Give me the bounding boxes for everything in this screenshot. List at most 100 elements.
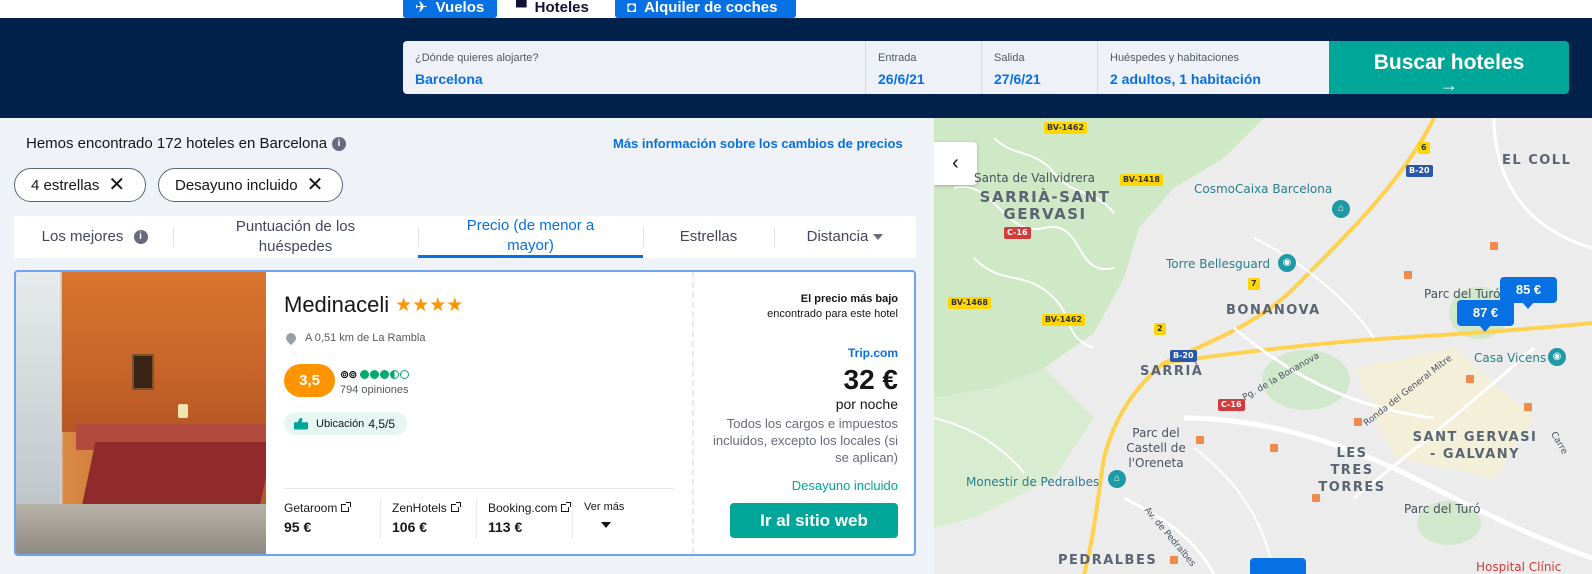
rating-bubble-half-icon — [390, 370, 400, 379]
rating-bubble-icon — [370, 370, 380, 379]
checkin-field[interactable]: Entrada 26/6/21 — [866, 41, 982, 94]
chevron-down-icon — [873, 234, 884, 240]
poi-label: Parc del Turó — [1404, 502, 1481, 516]
partner-price: 113 € — [488, 519, 523, 535]
checkout-value: 27/6/21 — [994, 71, 1041, 87]
tab-hotels-label: Hoteles — [534, 0, 589, 16]
results-summary: Hemos encontrado 172 hoteles en Barcelon… — [26, 135, 347, 152]
sort-tab-best[interactable]: Los mejores i — [14, 216, 173, 258]
destination-value: Barcelona — [415, 71, 483, 87]
info-icon[interactable]: i — [133, 230, 148, 244]
road-label: BV-1462 — [1044, 122, 1087, 134]
partner-offer[interactable]: Getaroom 95 € — [284, 489, 380, 542]
checkout-field[interactable]: Salida 27/6/21 — [982, 41, 1098, 94]
map[interactable]: ‹ BV-1462 BV-1418 C-16 BV-1468 BV-1462 B… — [934, 118, 1592, 574]
filter-chip-breakfast[interactable]: Desayuno incluido ✕ — [158, 168, 343, 202]
filter-chip-label: Desayuno incluido — [175, 176, 298, 194]
price-pin[interactable] — [1250, 558, 1306, 574]
hotel-card[interactable]: Medinaceli ★★★★ A 0,51 km de La Rambla 3… — [14, 270, 916, 556]
see-more-label: Ver más — [584, 501, 625, 513]
hotel-distance: A 0,51 km de La Rambla — [305, 332, 426, 344]
hotel-name[interactable]: Medinaceli — [284, 292, 389, 318]
tripadvisor-rating: ⊚⊚ 794 opiniones — [340, 368, 410, 396]
district-label: SANT GERVASI - GALVANY — [1412, 430, 1538, 462]
taxes-note: Todos los cargos e impuestos incluidos, … — [713, 416, 898, 465]
sort-tab-distance[interactable]: Distancia — [774, 216, 916, 258]
museum-icon[interactable]: ⌂ — [1332, 200, 1350, 218]
results-count-text: Hemos encontrado 172 hoteles en Barcelon… — [26, 135, 328, 152]
filter-chip-label: 4 estrellas — [31, 176, 100, 194]
camera-icon[interactable]: ◉ — [1278, 254, 1296, 272]
camera-icon[interactable]: ◉ — [1548, 348, 1566, 366]
partner-price: 95 € — [284, 519, 312, 535]
sort-price-label: Precio (de menor a mayor) — [466, 216, 595, 254]
district-label: EL COLL — [1502, 153, 1572, 168]
tab-cars[interactable]: ◘ Alquiler de coches — [615, 0, 796, 18]
results-pane: Hemos encontrado 172 hoteles en Barcelon… — [0, 118, 934, 574]
tab-flights[interactable]: ✈ Vuelos — [403, 0, 497, 18]
poi-label: Casa Vicens — [1474, 351, 1547, 365]
poi-label: Torre Bellesguard — [1166, 257, 1271, 271]
chevron-down-icon — [601, 522, 611, 528]
hotel-title: Medinaceli ★★★★ — [284, 292, 463, 318]
bed-icon: ▀ — [516, 0, 527, 16]
road-label: C-16 — [1218, 399, 1245, 411]
partner-name: ZenHotels — [392, 501, 447, 515]
poi-label: Parc del Castell de l'Oreneta — [1126, 426, 1186, 470]
external-link-icon — [450, 502, 461, 512]
partner-name: Getaroom — [284, 501, 338, 515]
destination-field[interactable]: ¿Dónde quieres alojarte? Barcelona — [403, 41, 866, 94]
filter-chip-stars[interactable]: 4 estrellas ✕ — [14, 168, 146, 202]
road-label: BV-1418 — [1120, 174, 1163, 186]
tab-hotels[interactable]: ▀ Hoteles — [504, 0, 608, 18]
hotel-location: A 0,51 km de La Rambla — [283, 330, 426, 346]
sort-tab-guest-rating[interactable]: Puntuación de los huéspedes — [173, 216, 418, 258]
partner-price: 106 € — [392, 519, 428, 535]
district-label: SARRIÀ-SANT GERVASI — [979, 188, 1111, 223]
info-icon[interactable]: i — [332, 136, 347, 151]
hotel-photo[interactable] — [16, 272, 266, 554]
see-more-button[interactable]: Ver más — [572, 489, 642, 542]
guests-label: Huéspedes y habitaciones — [1110, 52, 1240, 64]
breakfast-included-label: Desayuno incluido — [791, 478, 898, 493]
rating-score-badge: 3,5 — [284, 364, 335, 397]
poi-label: CosmoCaixa Barcelona — [1194, 182, 1333, 196]
sort-tab-stars[interactable]: Estrellas — [643, 216, 774, 258]
rating-bubble-empty-icon — [400, 370, 410, 379]
go-to-site-button[interactable]: Ir al sitio web — [730, 503, 898, 538]
guests-field[interactable]: Huéspedes y habitaciones 2 adultos, 1 ha… — [1098, 41, 1329, 94]
district-label: BONANOVA — [1226, 303, 1321, 318]
review-count: 794 opiniones — [340, 384, 409, 396]
per-night-label: por noche — [835, 396, 898, 412]
search-form: ¿Dónde quieres alojarte? Barcelona Entra… — [403, 41, 1329, 94]
close-icon[interactable]: ✕ — [307, 175, 324, 195]
sort-best-label: Los mejores — [41, 228, 124, 245]
location-score-badge: Ubicación 4,5/5 — [284, 412, 408, 435]
search-hotels-button[interactable]: Buscar hoteles → — [1329, 41, 1569, 94]
lowest-price-title: El precio más bajo — [800, 293, 898, 305]
destination-label: ¿Dónde quieres alojarte? — [415, 52, 539, 64]
sort-tab-price[interactable]: Precio (de menor a mayor) — [418, 216, 643, 258]
collapse-map-button[interactable]: ‹ — [934, 142, 977, 185]
map-pin-icon — [283, 330, 299, 346]
car-icon: ◘ — [627, 0, 637, 16]
road-label: 6 — [1418, 142, 1430, 154]
lowest-price-sub: encontrado para este hotel — [767, 308, 898, 320]
district-label: PEDRALBES — [1058, 553, 1158, 568]
road-label: B-20 — [1406, 165, 1433, 177]
star-rating-icon: ★★★★ — [395, 294, 464, 316]
chevron-left-icon: ‹ — [952, 152, 959, 174]
price-pin[interactable]: 87 € — [1457, 300, 1514, 332]
arrow-right-icon: → — [1440, 75, 1458, 95]
district-label: LES TRES TORRES — [1318, 446, 1386, 495]
museum-icon[interactable]: ⌂ — [1108, 470, 1126, 488]
guests-value: 2 adultos, 1 habitación — [1110, 71, 1261, 87]
close-icon[interactable]: ✕ — [108, 175, 125, 195]
price-changes-link[interactable]: Más información sobre los cambios de pre… — [613, 136, 903, 151]
partner-offer[interactable]: ZenHotels 106 € — [380, 489, 476, 542]
search-band: ¿Dónde quieres alojarte? Barcelona Entra… — [0, 18, 1592, 118]
price-panel: El precio más bajo encontrado para este … — [692, 272, 914, 554]
partner-offer[interactable]: Booking.com 113 € — [476, 489, 572, 542]
tab-cars-label: Alquiler de coches — [644, 0, 778, 16]
location-score: 4,5/5 — [368, 416, 396, 431]
